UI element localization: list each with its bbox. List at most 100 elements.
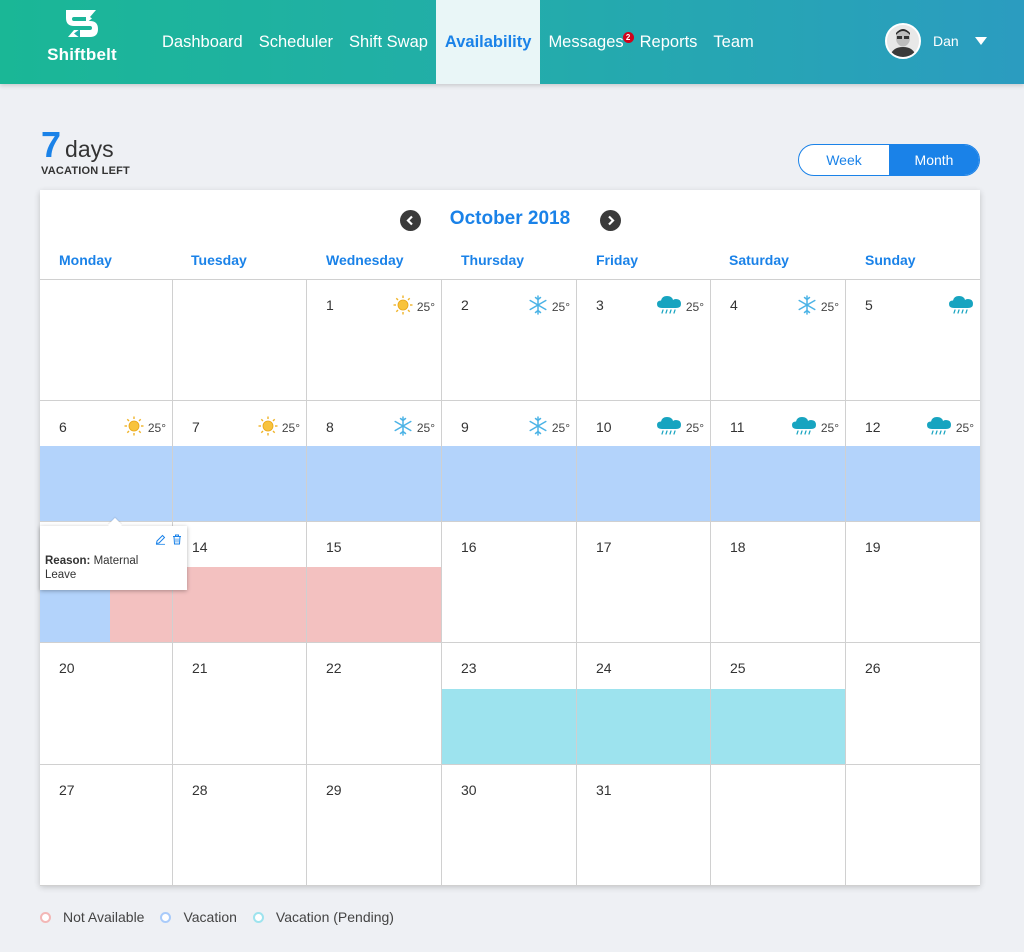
grid-row-divider (40, 521, 980, 522)
weekday-tuesday: Tuesday (191, 252, 247, 268)
grid-row-divider (40, 885, 980, 886)
trash-icon[interactable] (172, 532, 182, 550)
user-menu[interactable]: Dan (885, 23, 987, 59)
temperature: 25° (820, 299, 839, 314)
weather-forecast: 25° (528, 295, 570, 318)
day-number: 14 (192, 539, 208, 555)
snowflake-icon (393, 416, 413, 439)
weather-forecast: 25° (124, 416, 166, 439)
chevron-right-icon (608, 215, 615, 226)
weekday-thursday: Thursday (461, 252, 525, 268)
grid-row-divider (40, 279, 980, 280)
calendar-day-cell[interactable]: 28 (172, 764, 306, 884)
weather-forecast: 25° (656, 295, 704, 318)
calendar-day-cell[interactable]: 4 25° (710, 279, 845, 399)
weather-forecast: 25° (528, 416, 570, 439)
day-number: 25 (730, 660, 746, 676)
sun-icon (258, 416, 278, 439)
calendar-day-cell[interactable]: 5 (845, 279, 980, 399)
month-view-button[interactable]: Month (889, 145, 979, 175)
weather-forecast: 25° (656, 416, 704, 439)
calendar-day-cell[interactable]: 3 25° (576, 279, 710, 399)
temperature: 25° (820, 420, 839, 435)
legend-label: Vacation (183, 909, 237, 925)
user-name: Dan (933, 33, 959, 49)
legend-dot-icon (252, 911, 264, 923)
day-number: 20 (59, 660, 75, 676)
snowflake-icon (797, 295, 817, 318)
calendar-day-cell[interactable]: 20 (40, 642, 172, 762)
nav-availability[interactable]: Availability (435, 0, 541, 84)
edit-icon[interactable] (155, 532, 166, 550)
calendar-day-cell[interactable]: 31 (576, 764, 710, 884)
day-number: 19 (865, 539, 881, 555)
calendar-day-cell[interactable]: 30 (441, 764, 576, 884)
grid-column-divider (306, 279, 307, 885)
app-logo[interactable]: Shiftbelt (44, 8, 120, 65)
legend-vacation-pending: Vacation (Pending) (252, 909, 394, 925)
calendar-day-cell[interactable]: 1 25° (306, 279, 441, 399)
rain-cloud-icon (791, 416, 817, 439)
calendar-day-cell[interactable]: 21 (172, 642, 306, 762)
day-number: 16 (461, 539, 477, 555)
next-month-button[interactable] (600, 210, 621, 231)
pending-vacation-event-bar[interactable] (441, 689, 846, 764)
vacation-days-unit: days (65, 136, 114, 162)
legend-dot-icon (40, 911, 51, 923)
day-number: 6 (59, 419, 67, 435)
calendar-day-cell[interactable]: 19 (845, 521, 980, 641)
calendar-day-cell[interactable]: 29 (306, 764, 441, 884)
day-number: 9 (461, 419, 469, 435)
sun-icon (124, 416, 144, 439)
rain-cloud-icon (948, 295, 974, 318)
day-number: 10 (596, 419, 612, 435)
nav-reports[interactable]: Reports (632, 0, 706, 84)
weekday-wednesday: Wednesday (326, 252, 404, 268)
shiftbelt-logo-icon (66, 10, 98, 38)
grid-row-divider (40, 400, 980, 401)
day-number: 31 (596, 782, 612, 798)
previous-month-button[interactable] (400, 210, 421, 231)
grid-column-divider (845, 279, 846, 885)
calendar-header: October 2018 (40, 190, 980, 248)
calendar-day-cell[interactable]: 2 25° (441, 279, 576, 399)
nav-team[interactable]: Team (705, 0, 761, 84)
calendar-day-cell[interactable]: 16 (441, 521, 576, 641)
rain-cloud-icon (656, 295, 682, 318)
user-avatar-icon (887, 25, 919, 57)
day-number: 28 (192, 782, 208, 798)
week-view-button[interactable]: Week (799, 145, 889, 175)
legend-vacation: Vacation (160, 909, 237, 925)
calendar-day-cell[interactable]: 18 (710, 521, 845, 641)
day-number: 21 (192, 660, 208, 676)
nav-messages[interactable]: Messages 2 (540, 0, 634, 84)
temperature: 25° (281, 420, 300, 435)
weather-forecast: 25° (926, 416, 974, 439)
calendar-day-cell[interactable]: 22 (306, 642, 441, 762)
view-toggle: Week Month (798, 144, 980, 176)
vacation-event-bar[interactable] (40, 446, 980, 521)
snowflake-icon (528, 295, 548, 318)
nav-shift-swap[interactable]: Shift Swap (341, 0, 436, 84)
temperature: 25° (685, 420, 704, 435)
day-number: 30 (461, 782, 477, 798)
calendar-day-cell[interactable]: 26 (845, 642, 980, 762)
temperature: 25° (416, 420, 435, 435)
month-title: October 2018 (449, 208, 571, 229)
weekday-monday: Monday (59, 252, 112, 268)
chevron-down-icon[interactable] (974, 37, 987, 45)
vacation-left-label: VACATION LEFT (41, 165, 130, 177)
calendar-day-cell[interactable]: 27 (40, 764, 172, 884)
day-number: 27 (59, 782, 75, 798)
calendar-day-cell[interactable]: 17 (576, 521, 710, 641)
nav-dashboard[interactable]: Dashboard (154, 0, 251, 84)
day-number: 24 (596, 660, 612, 676)
sun-icon (393, 295, 413, 318)
snowflake-icon (528, 416, 548, 439)
avatar (885, 23, 921, 59)
nav-scheduler[interactable]: Scheduler (251, 0, 341, 84)
day-number: 22 (326, 660, 342, 676)
legend-dot-icon (160, 911, 172, 923)
popup-actions (149, 532, 182, 550)
grid-column-divider (710, 279, 711, 885)
